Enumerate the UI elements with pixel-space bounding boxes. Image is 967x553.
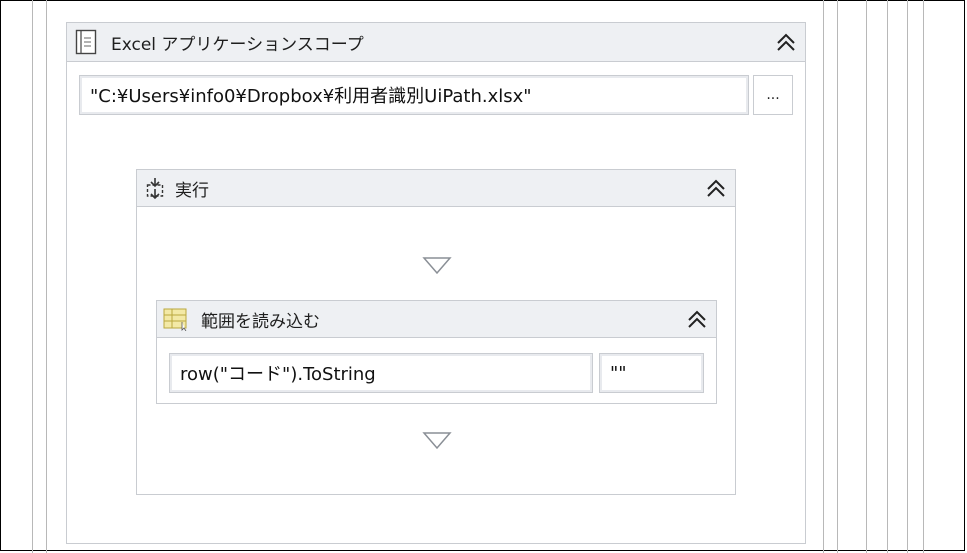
container-border-left-inner bbox=[46, 0, 47, 553]
read-range-title: 範囲を読み込む bbox=[201, 311, 320, 332]
excel-application-scope[interactable]: Excel アプリケーションスコープ "C:¥Users¥info0¥Dropb… bbox=[66, 22, 806, 544]
sequence-icon bbox=[145, 176, 165, 200]
read-range-icon bbox=[163, 307, 189, 332]
workbook-path-value: "C:¥Users¥info0¥Dropbox¥利用者識別UiPath.xlsx… bbox=[90, 86, 532, 107]
container-border-right-4 bbox=[887, 0, 888, 553]
workbook-path-field[interactable]: "C:¥Users¥info0¥Dropbox¥利用者識別UiPath.xlsx… bbox=[79, 75, 749, 115]
excel-document-icon bbox=[75, 29, 97, 55]
container-border-right-5 bbox=[907, 0, 908, 553]
collapse-read-range-icon[interactable] bbox=[686, 308, 708, 330]
do-sequence-title: 実行 bbox=[175, 180, 209, 201]
sheet-name-value: row("コード").ToString bbox=[180, 364, 376, 385]
container-border-right-1 bbox=[823, 0, 824, 553]
container-border-right-2 bbox=[837, 0, 838, 553]
drop-target-arrow-icon[interactable] bbox=[422, 256, 452, 276]
drop-target-arrow-icon[interactable] bbox=[422, 431, 452, 451]
sheet-name-field[interactable]: row("コード").ToString bbox=[169, 353, 593, 393]
container-border-left bbox=[32, 0, 33, 553]
collapse-do-sequence-icon[interactable] bbox=[705, 177, 727, 199]
range-value: "" bbox=[610, 362, 627, 384]
container-border-right-6 bbox=[923, 0, 924, 553]
excel-scope-title: Excel アプリケーションスコープ bbox=[111, 34, 364, 55]
read-range-activity[interactable]: 範囲を読み込む row("コード").ToString "" bbox=[156, 300, 717, 404]
do-sequence[interactable]: 実行 範囲を読み込む row("コード").ToString "" bbox=[136, 169, 736, 495]
collapse-excel-scope-icon[interactable] bbox=[775, 31, 797, 53]
excel-scope-header[interactable]: Excel アプリケーションスコープ bbox=[67, 23, 805, 62]
browse-button-label: ... bbox=[766, 87, 780, 103]
browse-file-button[interactable]: ... bbox=[753, 75, 793, 115]
range-field[interactable]: "" bbox=[599, 353, 704, 393]
container-border-right-3 bbox=[866, 0, 867, 553]
read-range-header[interactable]: 範囲を読み込む bbox=[157, 301, 716, 338]
do-sequence-header[interactable]: 実行 bbox=[137, 170, 735, 207]
